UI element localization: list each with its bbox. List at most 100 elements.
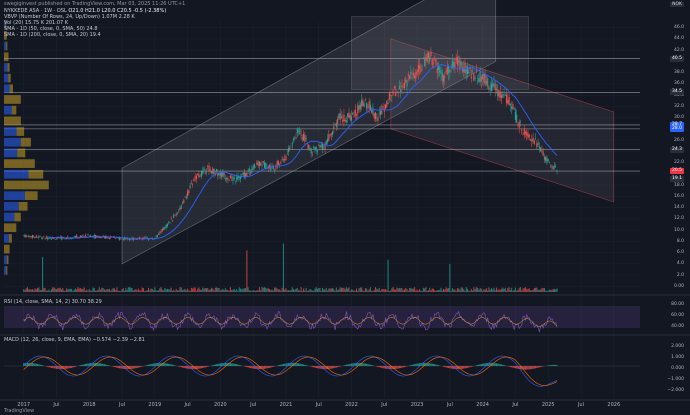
sma-200-indicator[interactable]: SMA - 1D (200, close, 0, SMA, 20) 19.4 xyxy=(4,32,101,38)
volume-bar xyxy=(480,288,482,292)
candle-body xyxy=(223,173,225,176)
candle-body xyxy=(45,236,47,239)
candle-body xyxy=(449,69,451,73)
candle-body xyxy=(458,60,460,63)
macd-histogram-bar xyxy=(400,366,402,369)
macd-histogram-bar xyxy=(120,366,122,369)
volume-bar xyxy=(44,288,46,292)
volume-bar xyxy=(313,290,315,292)
candle-body xyxy=(36,237,39,238)
volume-bar xyxy=(270,289,272,292)
macd-histogram-bar xyxy=(87,363,89,366)
macd-histogram-bar xyxy=(54,366,56,369)
candle-body xyxy=(503,94,505,96)
macd-histogram-bar xyxy=(73,366,75,368)
macd-histogram-bar xyxy=(277,365,279,366)
volume-bar xyxy=(478,289,480,292)
volume-bar xyxy=(38,287,40,292)
candle-body xyxy=(386,100,388,108)
candle-body xyxy=(527,133,529,138)
volume-bar xyxy=(34,288,36,292)
volume-bar xyxy=(511,287,513,292)
macd-histogram-bar xyxy=(470,366,472,367)
volume-bar xyxy=(24,289,26,292)
candle-body xyxy=(55,238,58,239)
chart-canvas[interactable] xyxy=(0,0,690,415)
candle-body xyxy=(454,62,456,69)
volume-bar xyxy=(454,289,456,292)
candle-body xyxy=(232,176,234,182)
volume-bar xyxy=(137,288,139,292)
volume-bar xyxy=(335,287,337,292)
volume-bar xyxy=(485,288,487,292)
macd-histogram-bar xyxy=(234,363,237,366)
candle-body xyxy=(161,229,163,232)
candle-body xyxy=(295,137,297,139)
macd-histogram-bar xyxy=(511,366,513,368)
candle-body xyxy=(432,63,435,64)
macd-histogram-bar xyxy=(437,365,440,366)
volume-bar xyxy=(468,290,470,292)
volume-bar xyxy=(535,287,537,292)
volume-bar xyxy=(219,290,221,292)
macd-histogram-bar xyxy=(372,365,374,366)
candle-body xyxy=(204,173,206,174)
volume-bar xyxy=(36,288,39,292)
volume-bar xyxy=(163,290,165,292)
candle-body xyxy=(251,168,253,173)
macd-histogram-bar xyxy=(540,366,542,368)
macd-histogram-bar xyxy=(450,366,452,369)
macd-histogram-bar xyxy=(266,366,268,369)
candle-body xyxy=(33,236,35,237)
volume-bar xyxy=(198,287,200,292)
candle-body xyxy=(184,196,186,198)
candle-body xyxy=(334,123,336,125)
volume-bar xyxy=(178,290,180,292)
macd-histogram-bar xyxy=(417,363,419,366)
macd-label[interactable]: MACD (12, 26, close, 9, EMA, EMA) −0.574… xyxy=(4,337,145,343)
candle-body xyxy=(222,172,224,177)
candle-body xyxy=(42,237,44,239)
candle-body xyxy=(209,168,211,170)
volume-bar xyxy=(410,287,412,292)
volume-bar xyxy=(207,288,209,292)
macd-histogram-bar xyxy=(412,364,414,366)
candle-body xyxy=(176,212,179,214)
volume-bar xyxy=(54,288,56,292)
rsi-label[interactable]: RSI (14, close, SMA, 14, 2) 30.70 38.29 xyxy=(4,299,102,305)
tradingview-logo[interactable]: TradingView xyxy=(4,408,34,414)
volume-bar xyxy=(30,289,32,292)
volume-bar xyxy=(555,289,557,292)
macd-histogram-bar xyxy=(247,366,249,368)
macd-histogram-bar xyxy=(118,366,121,369)
candle-body xyxy=(545,156,547,161)
volume-bar xyxy=(202,287,204,292)
candle-body xyxy=(363,103,365,107)
volume-bar xyxy=(173,289,175,292)
candle-body xyxy=(540,147,542,152)
candle-body xyxy=(158,234,160,235)
volume-bar xyxy=(373,290,375,292)
candle-body xyxy=(73,236,75,237)
macd-histogram-bar xyxy=(333,366,335,369)
volume-bar xyxy=(376,288,378,292)
volume-bar xyxy=(379,290,382,292)
volume-bar xyxy=(325,287,327,292)
volume-bar xyxy=(115,290,117,292)
volume-bar xyxy=(251,290,253,292)
candle-body xyxy=(292,138,295,141)
macd-histogram-bar xyxy=(279,364,281,366)
volume-bar xyxy=(58,288,60,292)
volume-bar xyxy=(392,287,394,292)
price-tick-label: 4.0 xyxy=(676,261,684,267)
volume-bar xyxy=(414,287,416,292)
macd-histogram-bar xyxy=(262,366,264,369)
volume-bar xyxy=(430,290,432,292)
volume-bar xyxy=(274,287,276,292)
volume-bar xyxy=(48,289,50,292)
candle-body xyxy=(502,94,504,98)
candle-body xyxy=(199,176,201,177)
time-tick-label: 2025 xyxy=(541,402,555,408)
price-tick-label: 26.0 xyxy=(673,137,684,143)
volume-bar xyxy=(174,290,176,292)
